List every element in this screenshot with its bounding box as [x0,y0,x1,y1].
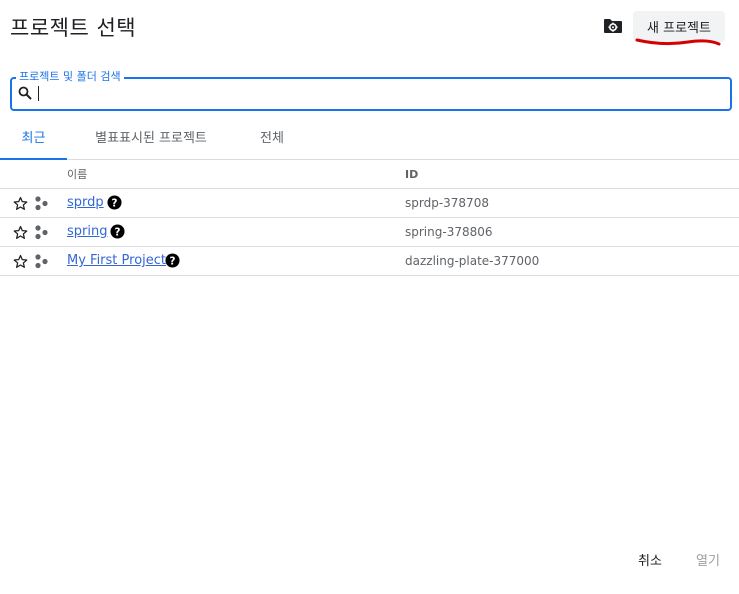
dialog-title: 프로젝트 선택 [10,16,137,40]
tab-bar: 최근 별표표시된 프로젝트 전체 [0,125,739,160]
star-outline-icon[interactable] [13,254,28,269]
column-header-id: ID [405,168,419,181]
help-icon[interactable]: ? [165,253,180,268]
cancel-button[interactable]: 취소 [632,551,668,573]
project-link[interactable]: My First Project [67,253,166,268]
create-folder-icon [604,19,622,33]
svg-text:?: ? [170,255,176,267]
table-row[interactable]: sprdp ? sprdp-378708 [0,189,739,218]
project-link[interactable]: sprdp [67,195,104,210]
project-id: spring-378806 [405,225,493,239]
project-hierarchy-icon [35,196,48,211]
help-icon[interactable]: ? [110,224,125,239]
select-project-dialog: 프로젝트 선택 새 프로젝트 프로젝트 및 폴더 검색 최근 별표표시된 프로젝… [0,0,739,594]
star-outline-icon[interactable] [13,225,28,240]
search-input[interactable] [38,84,718,104]
tab-recent[interactable]: 최근 [0,125,67,160]
star-outline-icon[interactable] [13,196,28,211]
create-folder-button[interactable] [601,14,625,38]
project-link[interactable]: spring [67,224,107,239]
project-id: sprdp-378708 [405,196,489,210]
column-header-name: 이름 [67,168,88,181]
tab-starred[interactable]: 별표표시된 프로젝트 [80,125,222,160]
table-row[interactable]: My First Project ? dazzling-plate-377000 [0,247,739,276]
search-icon [18,86,32,100]
project-hierarchy-icon [35,225,48,240]
text-caret [38,86,39,101]
project-id: dazzling-plate-377000 [405,254,540,268]
svg-text:?: ? [112,197,118,209]
tab-all[interactable]: 전체 [250,125,294,160]
search-field-label: 프로젝트 및 폴더 검색 [16,68,124,84]
project-hierarchy-icon [35,254,48,269]
new-project-button[interactable]: 새 프로젝트 [633,11,725,42]
svg-text:?: ? [115,226,121,238]
new-project-label: 새 프로젝트 [647,21,711,36]
table-row[interactable]: spring ? spring-378806 [0,218,739,247]
open-button[interactable]: 열기 [690,551,726,573]
table-header: 이름 ID [0,160,739,189]
help-icon[interactable]: ? [107,195,122,210]
